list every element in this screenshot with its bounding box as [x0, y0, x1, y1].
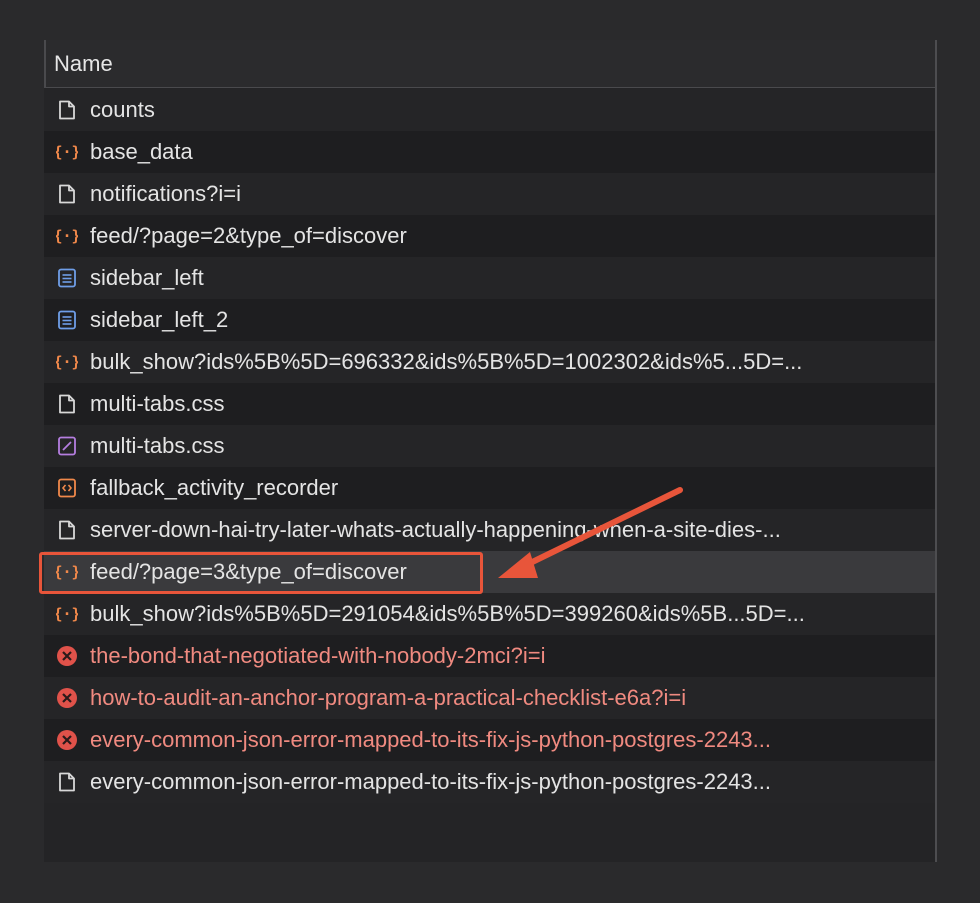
svg-text:{·}: {·}	[56, 143, 78, 161]
error-icon	[56, 645, 78, 667]
error-icon	[56, 729, 78, 751]
request-row[interactable]: {·} bulk_show?ids%5B%5D=291054&ids%5B%5D=…	[44, 593, 935, 635]
highlight-annotation-box	[39, 552, 483, 594]
document-icon	[56, 519, 78, 541]
request-name: fallback_activity_recorder	[90, 475, 339, 500]
json-braces-icon: {·}	[53, 351, 80, 373]
request-row[interactable]: multi-tabs.css	[44, 425, 935, 467]
stylesheet-icon	[56, 435, 78, 457]
request-name: multi-tabs.css	[90, 391, 225, 416]
request-row[interactable]: notifications?i=i	[44, 173, 935, 215]
request-name: every-common-json-error-mapped-to-its-fi…	[90, 727, 772, 752]
document-icon	[56, 183, 78, 205]
html-document-icon	[56, 267, 78, 289]
json-braces-icon: {·}	[53, 603, 80, 625]
request-row[interactable]: every-common-json-error-mapped-to-its-fi…	[44, 719, 935, 761]
request-row[interactable]: how-to-audit-an-anchor-program-a-practic…	[44, 677, 935, 719]
request-row[interactable]: sidebar_left	[44, 257, 935, 299]
svg-text:{·}: {·}	[56, 353, 78, 371]
request-name: multi-tabs.css	[90, 433, 225, 458]
error-icon	[56, 687, 78, 709]
html-document-icon	[56, 309, 78, 331]
svg-text:{·}: {·}	[56, 605, 78, 623]
request-name: base_data	[90, 139, 193, 164]
request-row[interactable]: multi-tabs.css	[44, 383, 935, 425]
svg-text:{·}: {·}	[56, 227, 78, 245]
request-name: sidebar_left	[90, 265, 204, 290]
column-resize-handle[interactable]	[935, 40, 937, 862]
request-name: bulk_show?ids%5B%5D=291054&ids%5B%5D=399…	[90, 601, 805, 626]
json-braces-icon: {·}	[53, 225, 80, 247]
request-name: the-bond-that-negotiated-with-nobody-2mc…	[90, 643, 546, 668]
request-name: sidebar_left_2	[90, 307, 229, 332]
document-icon	[56, 99, 78, 121]
request-name: every-common-json-error-mapped-to-its-fi…	[90, 769, 772, 794]
request-name: feed/?page=2&type_of=discover	[90, 223, 407, 248]
request-name: notifications?i=i	[90, 181, 242, 206]
request-row[interactable]: sidebar_left_2	[44, 299, 935, 341]
script-icon	[56, 477, 78, 499]
request-name: bulk_show?ids%5B%5D=696332&ids%5B%5D=100…	[90, 349, 803, 374]
request-row[interactable]: counts	[44, 89, 935, 131]
request-list: counts {·} base_data notifications?i=i {·} fe…	[44, 89, 935, 803]
json-braces-icon: {·}	[53, 141, 80, 163]
document-icon	[56, 393, 78, 415]
request-row[interactable]: {·} feed/?page=2&type_of=discover	[44, 215, 935, 257]
network-request-panel: Name counts {·} base_data notifications?i=i…	[44, 40, 937, 862]
request-row[interactable]: {·} bulk_show?ids%5B%5D=696332&ids%5B%5D=…	[44, 341, 935, 383]
document-icon	[56, 771, 78, 793]
table-header: Name	[44, 40, 937, 88]
request-row[interactable]: every-common-json-error-mapped-to-its-fi…	[44, 761, 935, 803]
request-name: counts	[90, 97, 155, 122]
name-column-header[interactable]: Name	[54, 51, 113, 77]
request-row[interactable]: {·} base_data	[44, 131, 935, 173]
request-row[interactable]: the-bond-that-negotiated-with-nobody-2mc…	[44, 635, 935, 677]
request-name: how-to-audit-an-anchor-program-a-practic…	[90, 685, 687, 710]
annotation-arrow-icon	[498, 487, 683, 578]
column-divider	[44, 40, 46, 88]
